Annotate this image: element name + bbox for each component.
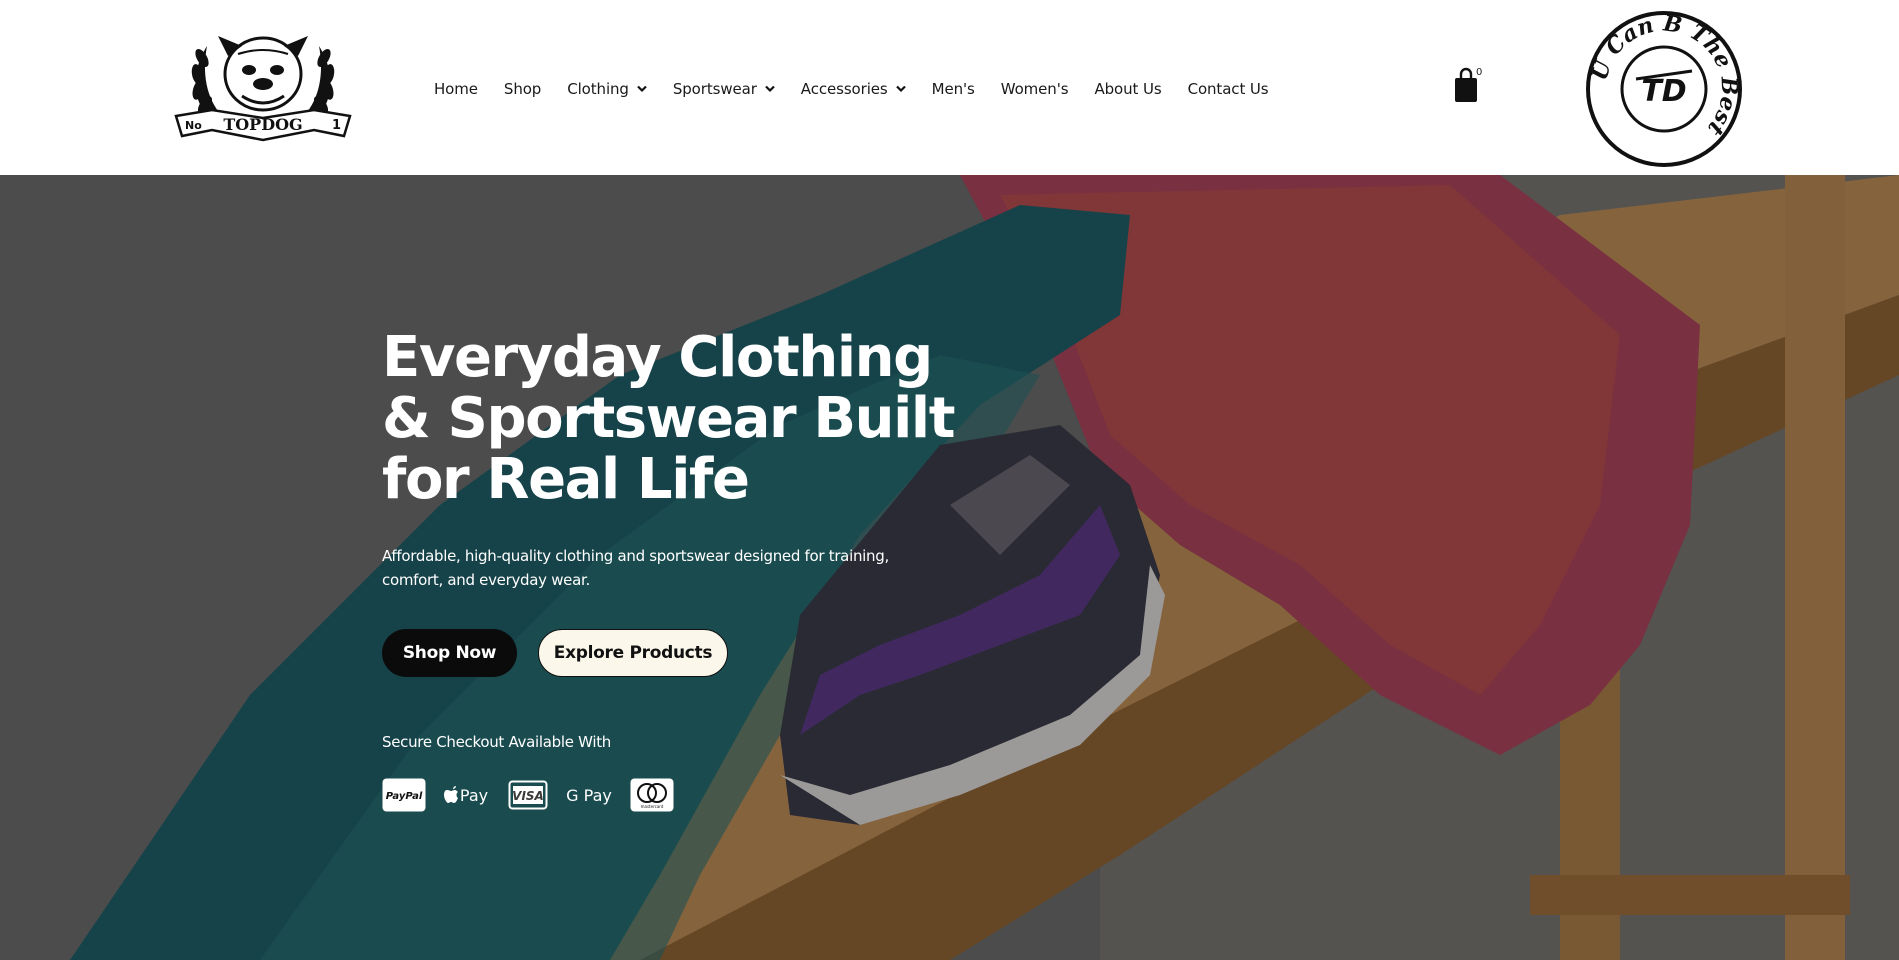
google-pay-icon: G Pay bbox=[566, 786, 612, 805]
nav-accessories-label: Accessories bbox=[800, 80, 888, 98]
nav-womens-label: Women's bbox=[1000, 80, 1069, 98]
main-nav: Home Shop Clothing Sportswear Accessorie… bbox=[434, 78, 1295, 100]
chevron-down-icon bbox=[637, 85, 647, 93]
nav-clothing-label: Clothing bbox=[567, 80, 629, 98]
nav-about[interactable]: About Us bbox=[1094, 80, 1161, 98]
mastercard-icon: mastercard bbox=[630, 778, 674, 812]
logo-num-text: 1 bbox=[332, 118, 341, 133]
logo-brand-text: TOPDOG bbox=[223, 115, 302, 134]
nav-about-label: About Us bbox=[1094, 80, 1162, 98]
badge-monogram: TD bbox=[1641, 74, 1686, 109]
brand-badge-logo[interactable]: U Can B The Best TD bbox=[1584, 9, 1744, 169]
hero-cta-row: Shop Now Explore Products bbox=[382, 629, 982, 677]
visa-icon: VISA bbox=[508, 780, 548, 810]
apple-pay-icon: Pay bbox=[444, 786, 488, 805]
nav-clothing[interactable]: Clothing bbox=[567, 80, 647, 98]
nav-home-label: Home bbox=[434, 80, 478, 98]
apple-pay-label: Pay bbox=[460, 786, 488, 805]
chevron-down-icon bbox=[895, 85, 906, 93]
hero-title: Everyday Clothing & Sportswear Built for… bbox=[382, 325, 955, 512]
secure-checkout-label: Secure Checkout Available With bbox=[382, 733, 612, 751]
hero-section: Everyday Clothing & Sportswear Built for… bbox=[0, 175, 1899, 960]
paypal-icon: PayPal bbox=[382, 778, 426, 812]
logo-no-text: No bbox=[185, 119, 202, 132]
cart-count-badge: 0 bbox=[1476, 67, 1483, 78]
mastercard-label: mastercard bbox=[641, 804, 664, 809]
nav-sportswear-label: Sportswear bbox=[672, 80, 757, 98]
google-pay-label: G Pay bbox=[566, 786, 612, 805]
nav-mens[interactable]: Men's bbox=[932, 80, 975, 98]
nav-accessories[interactable]: Accessories bbox=[801, 80, 906, 98]
site-header: No TOPDOG 1 Home Shop Clothing Sportswea… bbox=[0, 0, 1899, 175]
visa-label: VISA bbox=[512, 789, 544, 803]
nav-shop[interactable]: Shop bbox=[504, 80, 541, 98]
nav-sportswear[interactable]: Sportswear bbox=[673, 80, 775, 98]
paypal-label: PayPal bbox=[386, 791, 423, 802]
explore-products-button[interactable]: Explore Products bbox=[538, 629, 728, 677]
hero-subtitle: Affordable, high-quality clothing and sp… bbox=[382, 547, 889, 589]
payment-methods: PayPal Pay VISA G Pay mastercard bbox=[382, 778, 982, 812]
nav-home[interactable]: Home bbox=[434, 80, 478, 98]
shop-now-button[interactable]: Shop Now bbox=[382, 629, 517, 677]
hero-content: Everyday Clothing & Sportswear Built for… bbox=[382, 327, 982, 812]
topdog-logo[interactable]: No TOPDOG 1 bbox=[172, 18, 354, 144]
nav-mens-label: Men's bbox=[931, 80, 975, 98]
nav-contact-label: Contact Us bbox=[1187, 80, 1269, 98]
nav-shop-label: Shop bbox=[503, 80, 542, 98]
nav-contact[interactable]: Contact Us bbox=[1188, 80, 1269, 98]
chevron-down-icon bbox=[765, 85, 775, 93]
page: No TOPDOG 1 Home Shop Clothing Sportswea… bbox=[0, 0, 1899, 960]
nav-womens[interactable]: Women's bbox=[1001, 80, 1069, 98]
